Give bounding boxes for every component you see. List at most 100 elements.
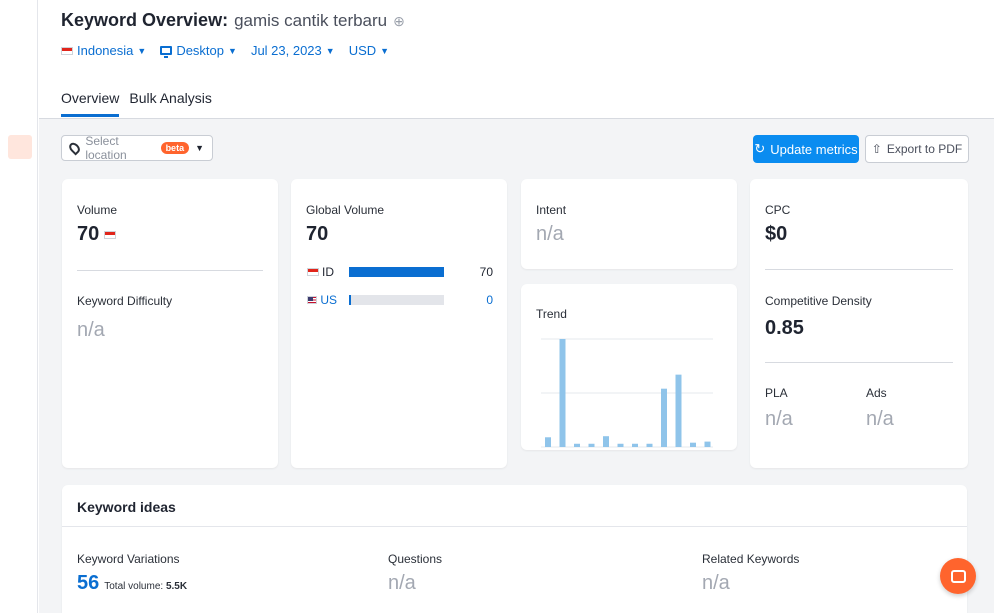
beta-badge: beta bbox=[160, 142, 190, 154]
card-divider bbox=[765, 362, 953, 363]
related-keywords-label: Related Keywords bbox=[702, 552, 800, 566]
global-volume-value: 70 bbox=[306, 223, 329, 245]
trend-bar[interactable] bbox=[588, 443, 595, 447]
us-flag-icon bbox=[307, 296, 318, 304]
location-select[interactable]: Select location beta ▼ bbox=[61, 134, 213, 162]
volume-value: 70 bbox=[77, 223, 100, 245]
total-volume-value: 5.5K bbox=[165, 581, 188, 592]
country-volume-value: 0 bbox=[486, 293, 493, 307]
keyword-ideas-card: Keyword ideas Keyword Variations 56 Tota… bbox=[62, 485, 967, 613]
indonesia-flag-icon bbox=[307, 268, 319, 276]
tab-bar: Overview Bulk Analysis bbox=[61, 90, 212, 117]
total-volume-label: Total volume: bbox=[104, 581, 164, 592]
indonesia-flag-icon bbox=[61, 46, 73, 55]
trend-bar[interactable] bbox=[646, 443, 653, 447]
volume-share-fill bbox=[349, 267, 444, 277]
page: Keyword Overview: gamis cantik terbaru ⊕… bbox=[0, 0, 994, 613]
keyword-title: gamis cantik terbaru bbox=[234, 11, 388, 30]
country-volume-value: 70 bbox=[479, 265, 493, 279]
update-metrics-button[interactable]: ↻ Update metrics bbox=[753, 135, 859, 163]
tab-overview[interactable]: Overview bbox=[61, 90, 120, 117]
trend-bar[interactable] bbox=[617, 443, 624, 447]
trend-bar[interactable] bbox=[574, 443, 580, 447]
filter-bar: Indonesia ▼ Desktop ▼ Jul 23, 2023 ▼ USD… bbox=[61, 43, 389, 58]
title-row: Keyword Overview: gamis cantik terbaru ⊕ bbox=[61, 10, 405, 31]
questions-block: Questions n/a bbox=[388, 552, 442, 595]
country-filter[interactable]: Indonesia ▼ bbox=[61, 43, 146, 58]
chevron-down-icon: ▼ bbox=[137, 45, 147, 56]
card-divider bbox=[765, 269, 953, 270]
competitive-density-value: 0.85 bbox=[765, 317, 804, 339]
ads-value: n/a bbox=[866, 408, 894, 430]
refresh-icon: ↻ bbox=[754, 141, 766, 156]
chat-icon bbox=[950, 569, 966, 583]
volume-label: Volume bbox=[77, 203, 118, 217]
currency-filter-label: USD bbox=[348, 43, 377, 58]
related-keywords-block: Related Keywords n/a bbox=[702, 552, 799, 595]
currency-filter[interactable]: USD ▼ bbox=[349, 43, 389, 58]
trend-bar[interactable] bbox=[661, 388, 667, 447]
volume-share-fill bbox=[349, 295, 351, 305]
intent-card: Intent n/a bbox=[521, 179, 737, 269]
keyword-variations-value-row: 56 Total volume: 5.5K bbox=[77, 572, 187, 595]
keyword-variations-block[interactable]: Keyword Variations 56 Total volume: 5.5K bbox=[77, 552, 187, 595]
page-title: Keyword Overview: bbox=[61, 10, 229, 30]
global-volume-label: Global Volume bbox=[306, 203, 385, 217]
keyword-variations-label: Keyword Variations bbox=[77, 552, 180, 566]
ads-label: Ads bbox=[866, 386, 887, 400]
volume-card: Volume 70 Keyword Difficulty n/a bbox=[62, 179, 278, 468]
left-rail bbox=[0, 0, 38, 613]
card-divider bbox=[77, 270, 263, 271]
chevron-down-icon: ▼ bbox=[228, 45, 237, 56]
keyword-variations-value[interactable]: 56 bbox=[77, 572, 99, 595]
location-pin-icon bbox=[67, 140, 83, 156]
global-volume-row-us[interactable]: US 0 bbox=[307, 293, 493, 307]
trend-bar[interactable] bbox=[690, 442, 696, 447]
total-volume-text: Total volume: 5.5K bbox=[104, 581, 187, 592]
country-code-label: US bbox=[320, 293, 337, 307]
cpc-label: CPC bbox=[765, 203, 791, 217]
keyword-difficulty-value: n/a bbox=[77, 319, 105, 341]
cpc-card: CPC $0 Competitive Density 0.85 PLA n/a … bbox=[750, 179, 968, 468]
rail-active-marker[interactable] bbox=[8, 135, 32, 159]
date-filter[interactable]: Jul 23, 2023 ▼ bbox=[251, 43, 335, 58]
country-filter-label: Indonesia bbox=[77, 43, 134, 58]
location-placeholder: Select location bbox=[85, 134, 127, 162]
keyword-difficulty-label: Keyword Difficulty bbox=[77, 294, 173, 308]
intent-value: n/a bbox=[536, 223, 564, 245]
chevron-down-icon: ▼ bbox=[195, 143, 204, 153]
trend-chart bbox=[541, 338, 713, 448]
update-metrics-label: Update metrics bbox=[770, 141, 858, 157]
trend-bar[interactable] bbox=[545, 437, 551, 447]
competitive-density-label: Competitive Density bbox=[765, 294, 872, 308]
global-volume-row-id: ID 70 bbox=[307, 265, 493, 279]
global-volume-card: Global Volume 70 ID 70 US 0 bbox=[291, 179, 507, 468]
pla-value: n/a bbox=[765, 408, 793, 430]
country-code: ID bbox=[307, 265, 337, 279]
trend-bar[interactable] bbox=[675, 374, 682, 447]
chevron-down-icon: ▼ bbox=[380, 45, 390, 56]
chat-button[interactable] bbox=[940, 558, 976, 594]
export-pdf-button[interactable]: ⇧ Export to PDF bbox=[865, 135, 969, 163]
device-filter-label: Desktop bbox=[176, 43, 225, 58]
device-filter[interactable]: Desktop ▼ bbox=[160, 43, 237, 58]
country-code: US bbox=[307, 293, 337, 307]
questions-value: n/a bbox=[388, 572, 416, 594]
trend-bar[interactable] bbox=[559, 339, 566, 447]
tab-bulk-analysis[interactable]: Bulk Analysis bbox=[129, 90, 211, 117]
volume-share-bar bbox=[349, 295, 444, 305]
trend-bar[interactable] bbox=[704, 441, 711, 447]
date-filter-label: Jul 23, 2023 bbox=[250, 43, 322, 58]
indonesia-flag-icon bbox=[104, 230, 117, 239]
related-keywords-value: n/a bbox=[702, 572, 730, 594]
content-area: Select location beta ▼ ↻ Update metrics … bbox=[39, 119, 994, 613]
add-keyword-icon[interactable]: ⊕ bbox=[393, 13, 405, 30]
cpc-value: $0 bbox=[765, 223, 788, 245]
trend-bar[interactable] bbox=[603, 436, 609, 447]
pla-label: PLA bbox=[765, 386, 788, 400]
desktop-icon bbox=[160, 46, 173, 58]
volume-value-row: 70 bbox=[77, 223, 117, 246]
export-pdf-label: Export to PDF bbox=[886, 142, 963, 156]
chevron-down-icon: ▼ bbox=[325, 45, 335, 56]
trend-bar[interactable] bbox=[632, 443, 638, 447]
